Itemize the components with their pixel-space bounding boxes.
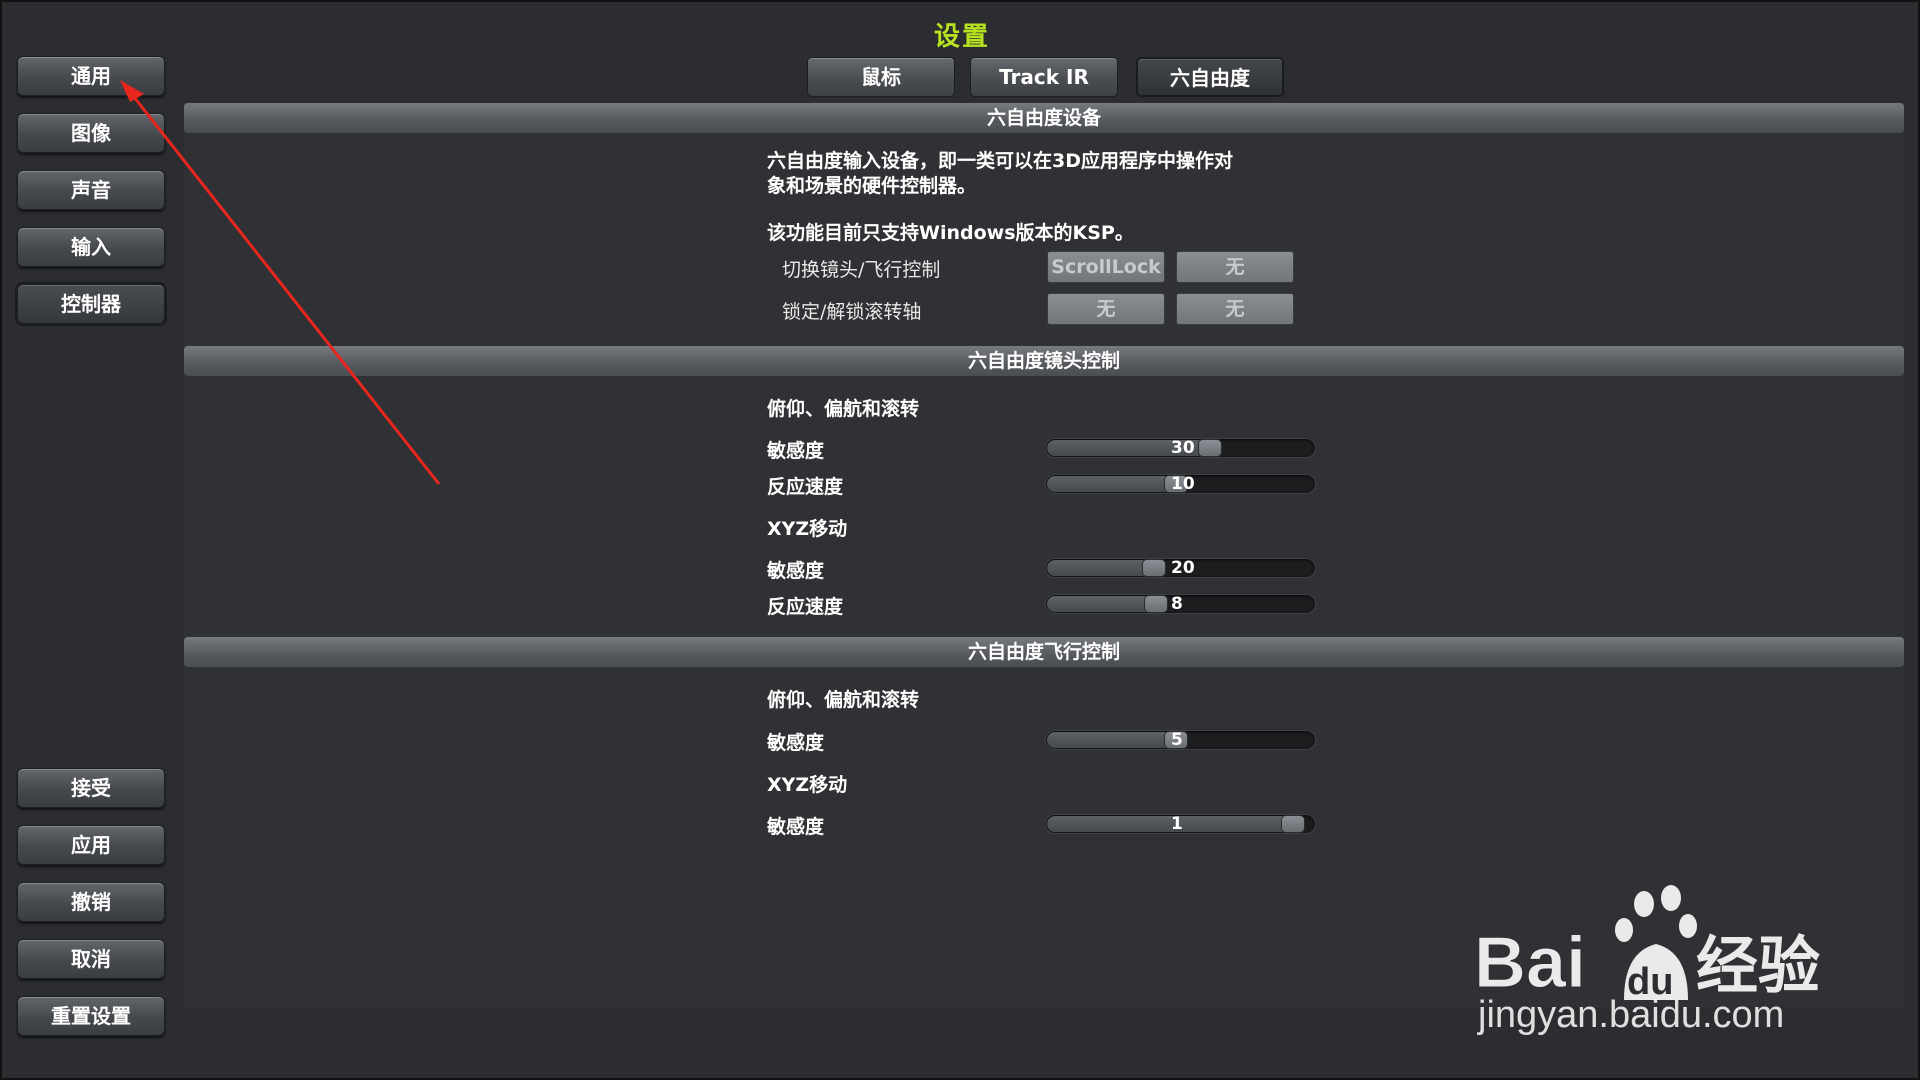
slider-value: 10: [1171, 474, 1195, 494]
platform-note: 该功能目前只支持Windows版本的KSP。: [767, 222, 1134, 244]
sidebar-item-input[interactable]: 输入: [17, 227, 165, 267]
slider-knob[interactable]: [1142, 559, 1166, 577]
tab-mouse[interactable]: 鼠标: [807, 57, 955, 97]
sidebar-item-controllers[interactable]: 控制器: [17, 284, 165, 324]
tab-track-ir[interactable]: Track IR: [970, 57, 1118, 97]
sidebar-item-audio[interactable]: 声音: [17, 170, 165, 210]
binding-primary-toggle-camera[interactable]: ScrollLock: [1047, 251, 1165, 283]
reset-settings-button[interactable]: 重置设置: [17, 996, 165, 1036]
binding-secondary-toggle-camera[interactable]: 无: [1176, 251, 1294, 283]
camera-rotation-speed-slider[interactable]: 10: [1045, 474, 1316, 494]
section-header-6dof-device: 六自由度设备: [184, 103, 1904, 133]
sidebar-item-graphics[interactable]: 图像: [17, 113, 165, 153]
binding-label-toggle-camera: 切换镜头/飞行控制: [782, 259, 941, 281]
flight-xyz-sensitivity-slider[interactable]: 1: [1045, 814, 1316, 834]
camera-rotation-title: 俯仰、偏航和滚转: [767, 398, 920, 420]
flight-rotation-sensitivity-slider[interactable]: 5: [1045, 730, 1316, 750]
binding-label-lock-roll: 锁定/解锁滚转轴: [782, 301, 922, 323]
slider-knob[interactable]: [1281, 815, 1305, 833]
device-description-line2: 象和场景的硬件控制器。: [767, 175, 977, 197]
flight-rotation-title: 俯仰、偏航和滚转: [767, 689, 920, 711]
slider-value: 30: [1171, 438, 1195, 458]
flight-xyz-title: XYZ移动: [767, 774, 848, 796]
slider-value: 20: [1171, 558, 1195, 578]
device-description-line1: 六自由度输入设备，即一类可以在3D应用程序中操作对: [767, 150, 1233, 172]
camera-rotation-sensitivity-slider[interactable]: 30: [1045, 438, 1316, 458]
camera-xyz-title: XYZ移动: [767, 518, 848, 540]
settings-window: 设置 通用 图像 声音 输入 控制器 接受 应用 撤销 取消 重置设置 鼠标 T…: [0, 0, 1920, 1080]
sidebar-item-general[interactable]: 通用: [17, 56, 165, 96]
flight-xyz-sensitivity-label: 敏感度: [767, 816, 825, 838]
cancel-button[interactable]: 取消: [17, 939, 165, 979]
camera-xyz-speed-label: 反应速度: [767, 596, 844, 618]
slider-knob[interactable]: [1144, 595, 1168, 613]
binding-primary-lock-roll[interactable]: 无: [1047, 293, 1165, 325]
watermark-logo-right: 经验: [1696, 929, 1820, 1002]
section-header-flight-control: 六自由度飞行控制: [184, 637, 1904, 667]
flight-rotation-sensitivity-label: 敏感度: [767, 732, 825, 754]
slider-fill: [1047, 560, 1155, 576]
watermark-logo-left: Bai: [1474, 923, 1586, 1003]
slider-value: 1: [1171, 814, 1183, 834]
binding-secondary-lock-roll[interactable]: 无: [1176, 293, 1294, 325]
section-header-camera-control: 六自由度镜头控制: [184, 346, 1904, 376]
tab-6dof[interactable]: 六自由度: [1136, 57, 1284, 97]
baidu-jingyan-logo: Bai du 经验: [1474, 885, 1820, 1004]
slider-fill: [1047, 596, 1157, 612]
slider-value: 5: [1171, 730, 1183, 750]
slider-fill: [1047, 732, 1177, 748]
slider-fill: [1047, 476, 1177, 492]
apply-button[interactable]: 应用: [17, 825, 165, 865]
sidebar: 通用 图像 声音 输入 控制器 接受 应用 撤销 取消 重置设置: [17, 2, 167, 1080]
camera-xyz-sensitivity-label: 敏感度: [767, 560, 825, 582]
slider-knob[interactable]: [1198, 439, 1222, 457]
watermark-url: jingyan.baidu.com: [1478, 994, 1785, 1036]
window-title: 设置: [933, 22, 990, 52]
revert-button[interactable]: 撤销: [17, 882, 165, 922]
slider-value: 8: [1171, 594, 1183, 614]
camera-rotation-speed-label: 反应速度: [767, 476, 844, 498]
camera-xyz-sensitivity-slider[interactable]: 20: [1045, 558, 1316, 578]
camera-rotation-sensitivity-label: 敏感度: [767, 440, 825, 462]
accept-button[interactable]: 接受: [17, 768, 165, 808]
camera-xyz-speed-slider[interactable]: 8: [1045, 594, 1316, 614]
